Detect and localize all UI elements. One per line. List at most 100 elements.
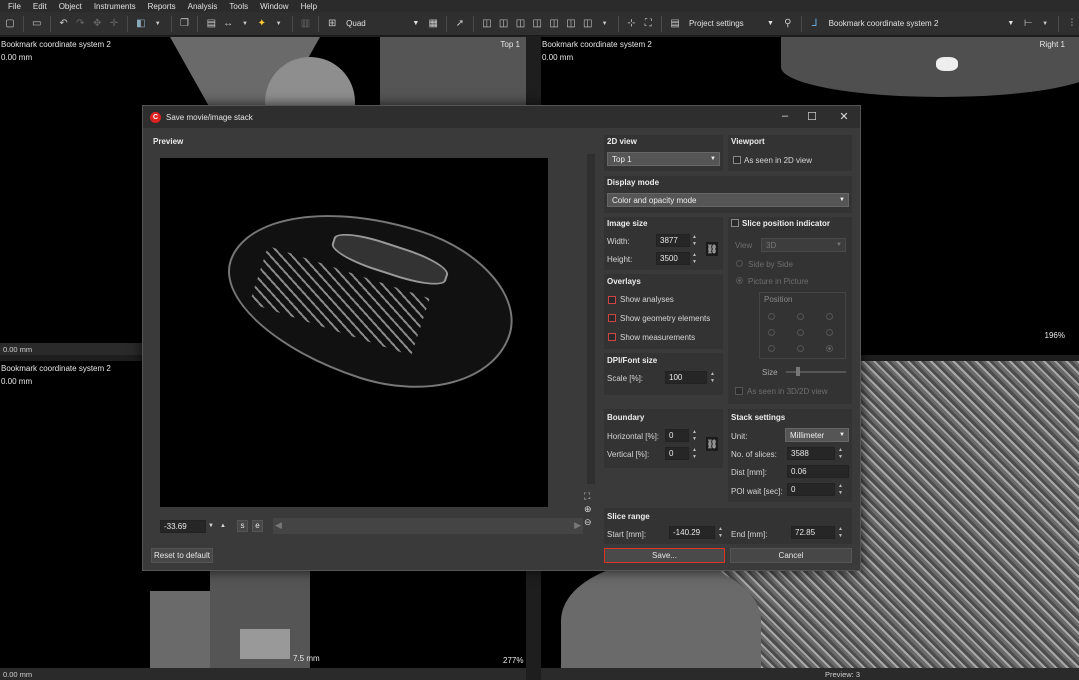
transform-icon[interactable]: ✛ [107,17,121,31]
menu-file[interactable]: File [0,2,27,11]
horizontal-label: Horizontal [%]: [607,432,660,441]
zoom-in-icon[interactable]: ⊕ [584,504,592,515]
step-up-icon[interactable]: ▲ [220,523,226,529]
unit-select[interactable]: Millimeter ▼ [785,428,849,442]
cube-right-icon[interactable]: ◫ [530,17,544,31]
move-icon[interactable]: ✥ [90,17,104,31]
show-geometry-checkbox[interactable] [608,314,616,322]
end-stepper[interactable]: ▲ ▼ [838,526,844,539]
ct-slice-image [150,591,210,669]
display-mode-select[interactable]: Color and opacity mode ▼ [607,193,849,207]
cube-front-icon[interactable]: ◫ [480,17,494,31]
vertical-input[interactable]: 0 [665,447,689,460]
chevron-down-icon[interactable]: ▼ [238,17,252,31]
end-input[interactable]: 72.85 [791,526,835,539]
undo-icon[interactable]: ↶ [57,17,71,31]
menu-tools[interactable]: Tools [223,2,254,11]
poi-wait-stepper[interactable]: ▲ ▼ [838,483,844,496]
menu-help[interactable]: Help [295,2,323,11]
start-stepper[interactable]: ▲ ▼ [718,526,724,539]
cancel-button[interactable]: Cancel [730,548,852,563]
slice-position-value[interactable]: 0.00 mm [0,670,32,679]
cube-left-icon[interactable]: ◫ [514,17,528,31]
close-icon[interactable]: ✕ [837,110,851,123]
pin-icon[interactable]: ⚲ [781,17,795,31]
width-input[interactable]: 3877 [656,234,690,247]
width-stepper[interactable]: ▲ ▼ [692,234,698,247]
menu-analysis[interactable]: Analysis [182,2,224,11]
reset-to-default-button[interactable]: Reset to default [151,548,213,563]
scale-input[interactable]: 100 [665,371,707,384]
layout-grid-icon[interactable]: ⊞ [325,17,339,31]
slices-stepper[interactable]: ▲ ▼ [838,447,844,460]
menu-edit[interactable]: Edit [27,2,53,11]
menu-object[interactable]: Object [53,2,88,11]
preview-slider[interactable]: ◀ ▶ [273,518,583,534]
start-input[interactable]: -140.29 [669,526,715,539]
set-end-button[interactable]: e [252,520,263,532]
vertical-stepper[interactable]: ▲ ▼ [692,447,698,460]
as-seen-3d2d-label: As seen in 3D/2D view [747,387,828,396]
new-file-icon[interactable]: ▢ [3,17,17,31]
preview-scrollbar[interactable] [587,154,595,484]
show-analyses-checkbox[interactable] [608,296,616,304]
coordinate-system-select[interactable]: Bookmark coordinate system 2 ▼ [825,15,1019,33]
chevron-down-icon[interactable]: ▼ [598,17,612,31]
chevron-down-icon[interactable]: ▼ [151,17,165,31]
project-settings-icon[interactable]: ▤ [668,17,682,31]
set-start-button[interactable]: s [237,520,248,532]
panel-layout-icon[interactable]: ▦ [426,17,440,31]
scale-stepper[interactable]: ▲ ▼ [710,371,716,384]
view2d-select[interactable]: Top 1 ▼ [607,152,720,166]
link-aspect-icon[interactable]: ⛓ [706,242,718,256]
zoom-fit-icon[interactable]: ⛶ [584,491,590,502]
coordinate-system-icon[interactable]: ⅃ [808,17,822,31]
layout-select[interactable]: Quad ▼ [342,15,423,33]
cube-iso-icon[interactable]: ◫ [581,17,595,31]
cube-top-icon[interactable]: ◫ [547,17,561,31]
pointer-icon[interactable]: ➚ [453,17,467,31]
annotation-icon[interactable]: ▤ [204,17,218,31]
properties-icon[interactable]: ⫶ [1065,17,1079,31]
show-measurements-checkbox[interactable] [608,333,616,341]
chevron-down-icon[interactable]: ▼ [272,17,286,31]
chevron-down-icon[interactable]: ▼ [1038,17,1052,31]
viewport-bottom-bar: 0.00 mm [0,668,526,680]
as-seen-2d-checkbox[interactable] [733,156,741,164]
open-folder-icon[interactable]: ▭ [30,17,44,31]
menu-window[interactable]: Window [254,2,294,11]
picture-in-picture-label: Picture in Picture [748,277,809,286]
center-icon[interactable]: ⊹ [624,17,638,31]
duplicate-icon[interactable]: ❐ [178,17,192,31]
dist-input[interactable]: 0.06 [787,465,849,478]
fit-to-view-icon[interactable]: ⛶ [641,17,655,31]
horizontal-input[interactable]: 0 [665,429,689,442]
measure-distance-icon[interactable]: ↔ [221,17,235,31]
menu-instruments[interactable]: Instruments [88,2,142,11]
slice-indicator-checkbox[interactable] [731,219,739,227]
maximize-icon[interactable]: ☐ [805,110,819,123]
preview-slice-value[interactable]: -33.69 [160,520,206,533]
align-icon[interactable]: ⊢ [1021,17,1035,31]
position-label: Position [764,295,793,304]
horizontal-stepper[interactable]: ▲ ▼ [692,429,698,442]
height-stepper[interactable]: ▲ ▼ [692,252,698,265]
menu-reports[interactable]: Reports [142,2,182,11]
zoom-out-icon[interactable]: ⊖ [584,517,592,528]
slice-position-value[interactable]: 0.00 mm [0,345,32,354]
minimize-icon[interactable]: – [778,110,792,122]
chevron-down-icon[interactable]: ▼ [208,523,214,529]
magic-wand-icon[interactable]: ✦ [255,17,269,31]
cube-back-icon[interactable]: ◫ [497,17,511,31]
slices-input[interactable]: 3588 [787,447,835,460]
save-button[interactable]: Save... [604,548,725,563]
link-boundary-icon[interactable]: ⛓ [706,437,718,451]
redo-icon[interactable]: ↷ [73,17,87,31]
select-object-icon[interactable]: ◧ [134,17,148,31]
poi-wait-input[interactable]: 0 [787,483,835,496]
height-input[interactable]: 3500 [656,252,690,265]
preview-canvas [160,158,548,507]
cube-bottom-icon[interactable]: ◫ [564,17,578,31]
project-settings-select[interactable]: Project settings ▼ [685,15,778,33]
clip-icon[interactable]: ▥ [299,17,313,31]
